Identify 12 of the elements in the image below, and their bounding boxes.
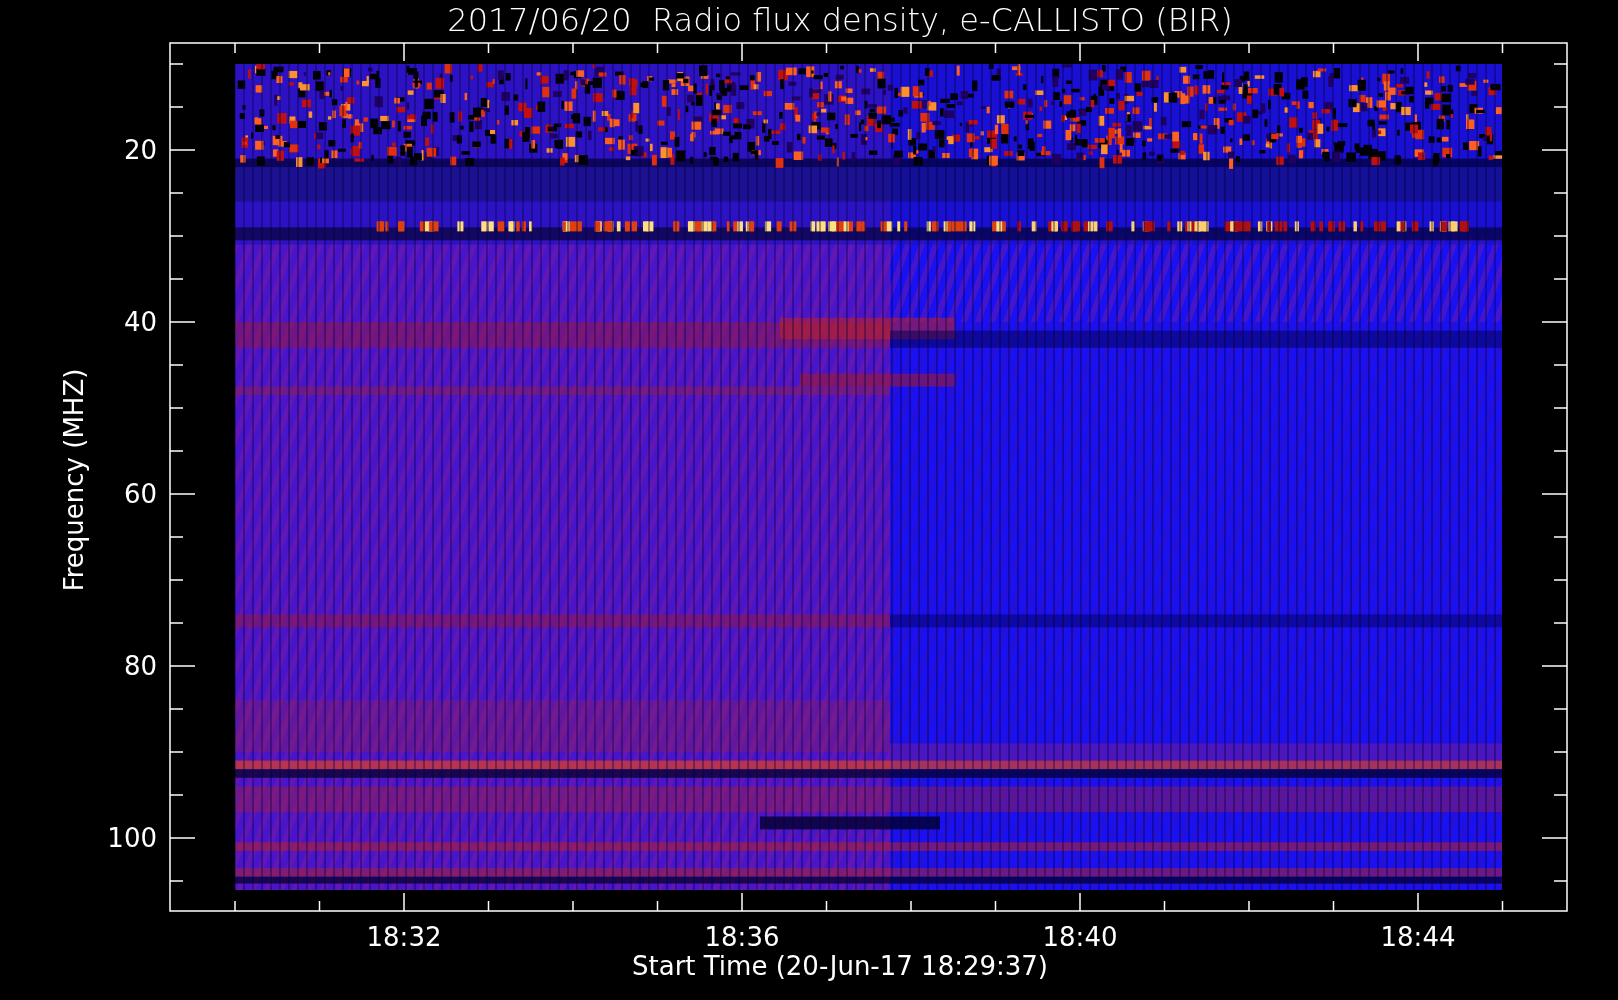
tick-label: 100 — [107, 823, 157, 853]
tick-label: 18:32 — [366, 922, 442, 952]
tick-label: 18:40 — [1042, 922, 1118, 952]
tick-label: 60 — [123, 479, 157, 509]
tick-label: 80 — [123, 651, 157, 681]
axis-label: Frequency (MHZ) — [59, 368, 89, 592]
tick-label: 18:36 — [704, 922, 780, 952]
chart-title: 2017/06/20 Radio flux density, e-CALLISTO (BIR) — [447, 1, 1233, 39]
tick-label: 18:44 — [1380, 922, 1456, 952]
tick-label: 20 — [123, 135, 157, 165]
axis-label: Start Time (20-Jun-17 18:29:37) — [632, 951, 1048, 981]
tick-label: 40 — [123, 307, 157, 337]
